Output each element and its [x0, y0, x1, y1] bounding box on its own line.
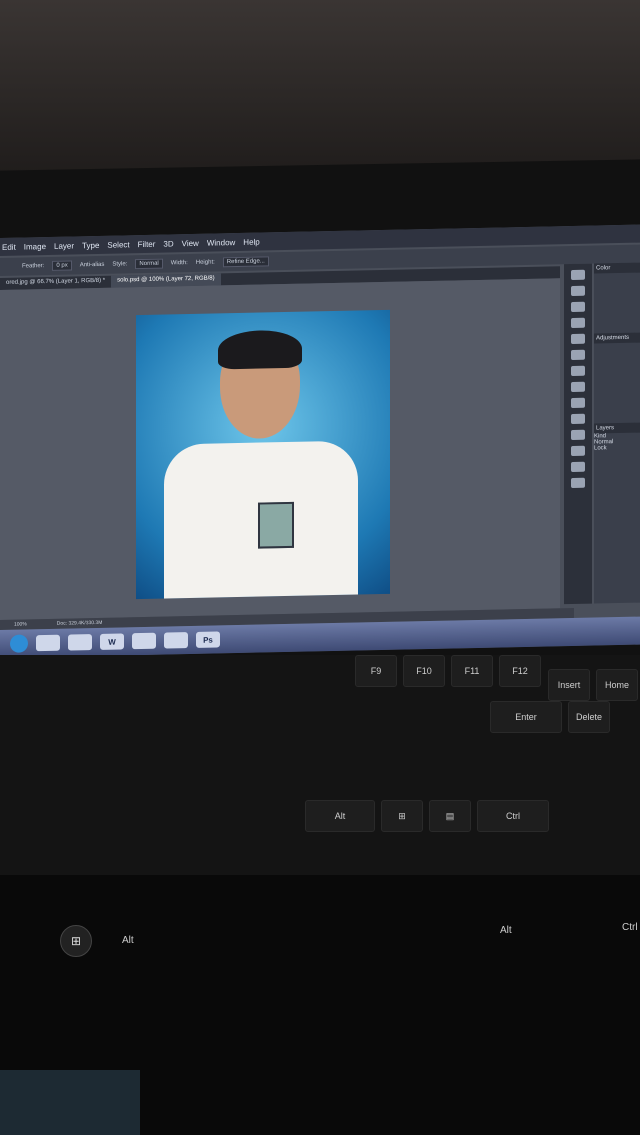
menu-window[interactable]: Window: [207, 238, 235, 248]
menu-3d[interactable]: 3D: [163, 239, 173, 248]
enter-row: Enter Delete: [490, 701, 610, 737]
key-home[interactable]: Home: [596, 669, 638, 701]
menu-filter[interactable]: Filter: [138, 239, 156, 248]
type-tool-icon[interactable]: [571, 445, 585, 457]
key-f9[interactable]: F9: [355, 655, 397, 687]
tools-panel: [564, 263, 592, 605]
menu-view[interactable]: View: [182, 238, 199, 247]
key-f10[interactable]: F10: [403, 655, 445, 687]
key-alt[interactable]: Alt: [305, 800, 375, 832]
monitor-screen: Edit Image Layer Type Select Filter 3D V…: [0, 224, 640, 658]
key-insert[interactable]: Insert: [548, 669, 590, 701]
zoom-tool-icon[interactable]: [571, 477, 585, 489]
gradient-tool-icon[interactable]: [571, 429, 585, 441]
deck-alt-left[interactable]: Alt: [122, 935, 134, 946]
key-f11[interactable]: F11: [451, 655, 493, 687]
eraser-tool-icon[interactable]: [571, 413, 585, 425]
move-tool-icon[interactable]: [571, 269, 585, 281]
keyboard: F9 F10 F11 F12 Insert Home Enter Delete …: [0, 655, 640, 875]
color-panel[interactable]: [594, 273, 640, 334]
windows-logo-icon[interactable]: ⊞: [60, 925, 92, 957]
hand-tool-icon[interactable]: [571, 461, 585, 473]
taskbar-app[interactable]: [132, 632, 156, 650]
zoom-level[interactable]: 100%: [14, 621, 27, 627]
refine-edge-button[interactable]: Refine Edge...: [222, 256, 269, 268]
antialias-checkbox[interactable]: Anti-alias: [80, 262, 105, 269]
menu-edit[interactable]: Edit: [2, 242, 16, 251]
quick-select-icon[interactable]: [571, 317, 585, 329]
menu-image[interactable]: Image: [24, 242, 46, 251]
menu-help[interactable]: Help: [243, 237, 259, 246]
lasso-tool-icon[interactable]: [571, 301, 585, 313]
layers-lock[interactable]: Lock: [594, 445, 640, 451]
taskbar-app[interactable]: [36, 634, 60, 652]
taskbar-app[interactable]: [164, 632, 188, 649]
height-label: Height:: [195, 259, 215, 266]
canvas-area[interactable]: [0, 278, 560, 620]
marquee-tool-icon[interactable]: [571, 285, 585, 297]
brush-tool-icon[interactable]: [571, 381, 585, 393]
clone-stamp-icon[interactable]: [571, 397, 585, 409]
right-panels: Color Adjustments Layers Kind Normal Loc…: [594, 262, 640, 604]
crop-tool-icon[interactable]: [571, 333, 585, 345]
function-key-row: F9 F10 F11 F12: [355, 655, 541, 691]
room-background: [0, 0, 640, 180]
feather-label: Feather:: [22, 263, 45, 270]
laptop-stickers: [0, 1070, 140, 1135]
menu-type[interactable]: Type: [82, 240, 99, 249]
deck-alt-right[interactable]: Alt: [500, 925, 512, 936]
width-label: Width:: [170, 260, 188, 267]
key-ctrl[interactable]: Ctrl: [477, 800, 549, 832]
windows-key-icon[interactable]: ⊞: [381, 800, 423, 832]
feather-input[interactable]: 0 px: [52, 260, 72, 271]
menu-key-icon[interactable]: ▤: [429, 800, 471, 832]
deck-ctrl[interactable]: Ctrl: [622, 922, 638, 933]
firefox-icon[interactable]: [68, 634, 92, 651]
adjustments-panel[interactable]: [594, 343, 640, 424]
bottom-key-row: Alt ⊞ ▤ Ctrl: [305, 800, 549, 836]
hair-shape: [218, 329, 302, 370]
style-label: Style:: [112, 261, 128, 268]
id-card-shape: [258, 501, 294, 549]
key-f12[interactable]: F12: [499, 655, 541, 687]
menu-select[interactable]: Select: [107, 240, 129, 249]
key-delete[interactable]: Delete: [568, 701, 610, 733]
word-icon[interactable]: W: [100, 633, 124, 650]
doc-size: Doc: 329.4K/330.3M: [56, 619, 103, 627]
start-button-icon[interactable]: [10, 634, 28, 653]
menu-layer[interactable]: Layer: [54, 241, 74, 250]
key-enter[interactable]: Enter: [490, 701, 562, 733]
photoshop-icon[interactable]: Ps: [196, 631, 220, 648]
healing-brush-icon[interactable]: [571, 365, 585, 377]
nav-key-row: Insert Home: [548, 669, 638, 705]
portrait-photo[interactable]: [136, 309, 390, 600]
style-select[interactable]: Normal: [135, 258, 163, 270]
eyedropper-icon[interactable]: [571, 349, 585, 361]
